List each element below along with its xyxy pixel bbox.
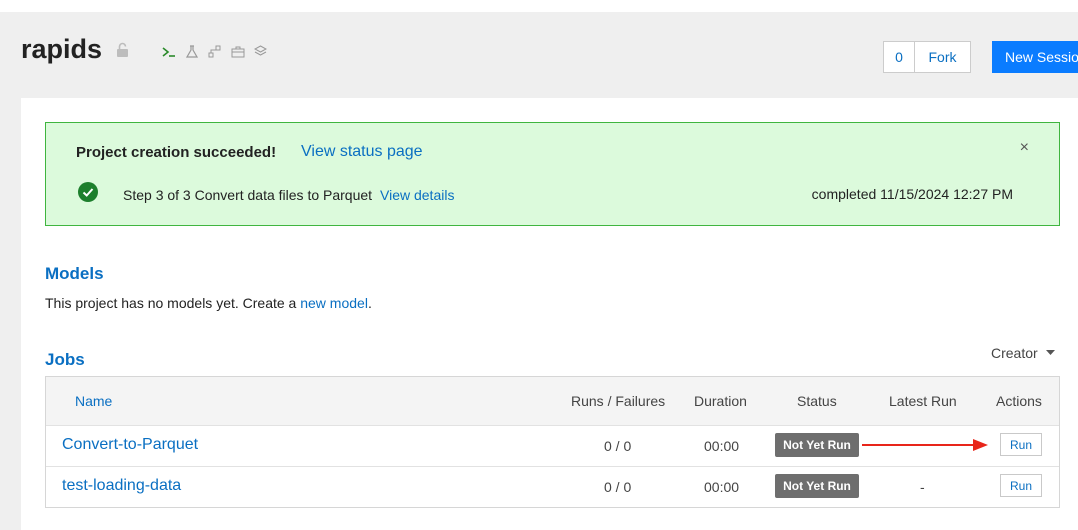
project-title: rapids [21, 34, 103, 64]
job-runs: 0 / 0 [604, 438, 632, 454]
job-name-link[interactable]: Convert-to-Parquet [62, 436, 198, 454]
status-badge: Not Yet Run [775, 474, 859, 498]
job-runs: 0 / 0 [604, 479, 632, 495]
status-badge: Not Yet Run [775, 433, 859, 457]
annotation-arrow-icon [862, 439, 988, 451]
terminal-icon[interactable] [161, 44, 176, 59]
new-model-link[interactable]: new model [300, 295, 368, 311]
jobs-heading: Jobs [45, 350, 85, 369]
job-duration: 00:00 [704, 438, 740, 454]
project-tools [161, 44, 268, 59]
creator-filter[interactable]: Creator [991, 345, 1055, 361]
creator-label: Creator [991, 345, 1038, 361]
col-runs-failures: Runs / Failures [571, 393, 666, 409]
step-description: Convert data files to Parquet [194, 187, 373, 203]
models-text-prefix: This project has no models yet. Create a [45, 295, 301, 311]
col-duration: Duration [694, 393, 747, 409]
flask-icon[interactable] [184, 44, 199, 59]
table-header: Name Runs / Failures Duration Status Lat… [46, 377, 1059, 426]
fork-button[interactable]: Fork [915, 42, 970, 72]
layers-icon[interactable] [253, 44, 268, 59]
models-empty-text: This project has no models yet. Create a… [45, 295, 372, 311]
col-actions: Actions [996, 393, 1042, 409]
left-gutter [0, 98, 21, 530]
alert-title: Project creation succeeded! [76, 144, 277, 161]
job-duration: 00:00 [704, 479, 740, 495]
job-name-link[interactable]: test-loading-data [62, 477, 181, 495]
step-text: Step 3 of 3 Convert data files to Parque… [123, 187, 372, 203]
success-alert: Project creation succeeded! View status … [45, 122, 1060, 226]
fork-count[interactable]: 0 [884, 42, 915, 72]
view-details-link[interactable]: View details [380, 187, 454, 203]
run-button[interactable]: Run [1000, 474, 1042, 497]
step-prefix: Step 3 of 3 [123, 187, 191, 203]
flow-icon[interactable] [207, 44, 222, 59]
close-icon[interactable]: × [1020, 139, 1029, 157]
table-row: test-loading-data 0 / 0 00:00 Not Yet Ru… [46, 466, 1059, 507]
run-button[interactable]: Run [1000, 433, 1042, 456]
completed-timestamp: completed 11/15/2024 12:27 PM [811, 186, 1013, 202]
job-latest-run: - [920, 479, 925, 495]
col-status: Status [797, 393, 837, 409]
caret-down-icon [1045, 350, 1055, 355]
models-text-suffix: . [367, 295, 372, 311]
new-session-button[interactable]: New Session [992, 41, 1078, 73]
fork-group: 0 Fork [883, 41, 971, 73]
view-status-link[interactable]: View status page [301, 143, 423, 161]
models-heading: Models [45, 264, 104, 283]
lock-icon [116, 42, 129, 63]
col-name[interactable]: Name [75, 393, 112, 409]
briefcase-icon[interactable] [230, 44, 245, 59]
check-circle-icon [78, 182, 98, 202]
col-latest-run: Latest Run [889, 393, 957, 409]
